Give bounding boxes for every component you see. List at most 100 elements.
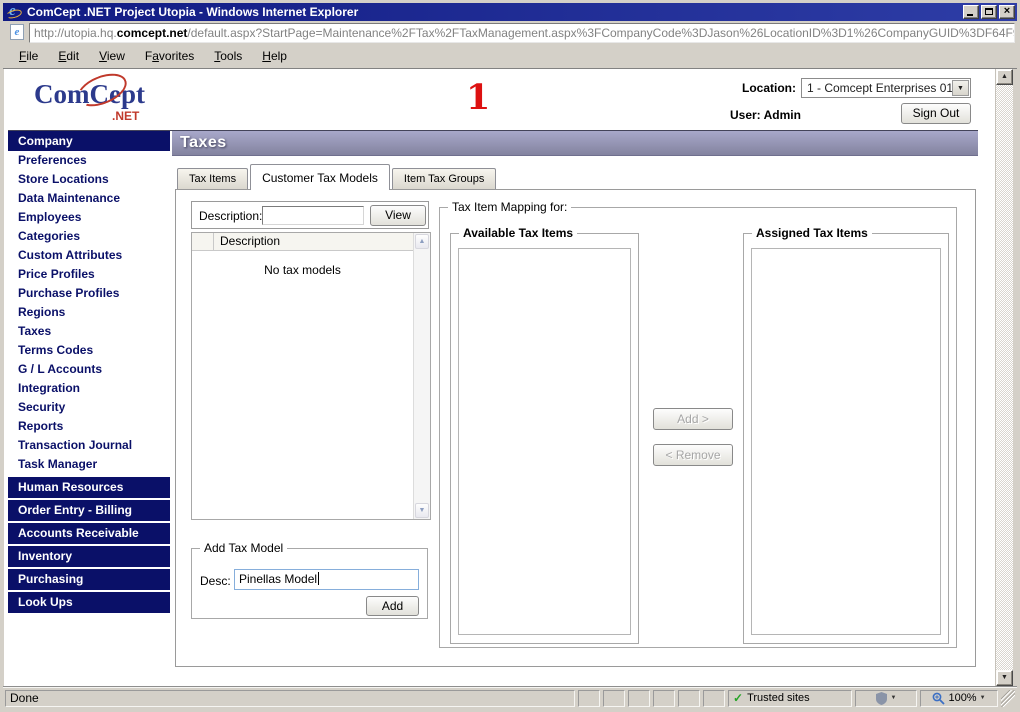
zone-label: Trusted sites [747,691,810,706]
location-value: 1 - Comcept Enterprises 01 [807,81,953,95]
sidebar-item[interactable]: Price Profiles [8,265,170,284]
sidebar-item[interactable]: Terms Codes [8,341,170,360]
sidebar-item[interactable]: Preferences [8,151,170,170]
location-select[interactable]: 1 - Comcept Enterprises 01 ▼ [801,78,971,98]
sidebar-item[interactable]: Employees [8,208,170,227]
status-panel [703,690,725,707]
sidebar-item[interactable]: Reports [8,417,170,436]
sidebar-item[interactable]: Security [8,398,170,417]
sidebar-item[interactable]: Regions [8,303,170,322]
sidebar-item[interactable]: Data Maintenance [8,189,170,208]
sidebar-section[interactable]: Order Entry - Billing [8,500,170,521]
zoom-control[interactable]: 100% ▼ [920,690,998,707]
assigned-tax-items-list[interactable] [751,248,941,635]
sidebar-section[interactable]: Purchasing [8,569,170,590]
tab[interactable]: Tax Items [177,168,248,189]
status-panel [628,690,650,707]
url-path: /default.aspx?StartPage=Maintenance%2FTa… [187,26,1015,40]
tab[interactable]: Item Tax Groups [392,168,497,189]
tab[interactable]: Customer Tax Models [250,164,390,190]
menu-item-accesskey: V [99,49,107,63]
maximize-button[interactable] [981,5,997,19]
url-prefix: http://utopia.hq. [34,26,117,40]
sidebar-item[interactable]: Store Locations [8,170,170,189]
scroll-down-icon: ▼ [997,671,1012,685]
sidebar-item[interactable]: Integration [8,379,170,398]
sidebar-item[interactable]: Categories [8,227,170,246]
add-button[interactable]: Add [366,596,419,616]
user-label: User: [730,108,761,122]
sidebar-section[interactable]: Inventory [8,546,170,567]
scroll-up-icon: ▲ [416,235,428,248]
assigned-legend: Assigned Tax Items [752,226,872,240]
status-panel [578,690,600,707]
view-button[interactable]: View [370,205,426,226]
window-title: ComCept .NET Project Utopia - Windows In… [27,5,963,19]
scroll-down-button[interactable]: ▼ [415,503,429,518]
menu-item[interactable]: View [89,46,135,66]
close-button[interactable]: × [999,5,1015,19]
available-tax-items-group: Available Tax Items [450,233,639,644]
window-controls: × [963,5,1015,19]
sidebar-items: PreferencesStore LocationsData Maintenan… [8,151,170,474]
select-arrow-button[interactable]: ▼ [952,80,969,96]
sidebar-section[interactable]: Accounts Receivable [8,523,170,544]
page-ie-icon: e [10,24,24,40]
dropdown-arrow-icon: ▼ [953,81,968,96]
add-tax-model-legend: Add Tax Model [200,541,287,555]
sidebar-item[interactable]: Task Manager [8,455,170,474]
dropdown-arrow-icon: ▼ [980,691,986,706]
desc-value: Pinellas Model [239,572,317,586]
menu-item[interactable]: Favorites [135,46,204,66]
security-zone-panel: ✓ Trusted sites [728,690,852,707]
close-icon: × [1000,6,1014,17]
status-panel [653,690,675,707]
status-panel [603,690,625,707]
description-search-input[interactable] [262,206,364,225]
sidebar-item[interactable]: G / L Accounts [8,360,170,379]
browser-vertical-scrollbar[interactable]: ▲ ▼ [995,69,1013,686]
menu-item[interactable]: File [9,46,48,66]
sign-out-button[interactable]: Sign Out [901,103,971,124]
address-input[interactable]: http://utopia.hq.comcept.net/default.asp… [29,23,1015,43]
annotation-marker-1: 1 [466,77,490,118]
minimize-icon [967,14,973,16]
grid-description-column-header[interactable]: Description [214,233,413,250]
status-panel [678,690,700,707]
page-title: Taxes [172,131,227,155]
sidebar-item[interactable]: Purchase Profiles [8,284,170,303]
status-bar: Done ✓ Trusted sites ▼ 100% ▼ [3,687,1017,709]
shield-icon [876,692,887,705]
add-tax-model-group: Add Tax Model Desc: Pinellas Model Add [191,548,428,619]
available-tax-items-list[interactable] [458,248,631,635]
scroll-up-button[interactable]: ▲ [415,234,429,249]
sidebar-item[interactable]: Custom Attributes [8,246,170,265]
sidebar-section[interactable]: Look Ups [8,592,170,613]
sidebar-section[interactable]: Human Resources [8,477,170,498]
zoom-magnifier-icon [932,692,945,705]
desc-input[interactable]: Pinellas Model [234,569,419,590]
check-icon: ✓ [733,691,743,706]
status-text: Done [5,690,575,707]
title-bar: e ComCept .NET Project Utopia - Windows … [3,3,1017,21]
phishing-filter-panel[interactable]: ▼ [855,690,917,707]
menu-item[interactable]: Edit [48,46,89,66]
sidebar-section-company[interactable]: Company [8,131,170,151]
sidebar-item[interactable]: Transaction Journal [8,436,170,455]
menu-item-text: elp [271,49,287,63]
scroll-down-icon: ▼ [416,504,428,517]
scroll-down-button[interactable]: ▼ [996,670,1013,686]
maximize-icon [985,8,993,15]
scroll-up-button[interactable]: ▲ [996,69,1013,85]
grid-header-row: Description [192,233,413,251]
grid-scrollbar[interactable]: ▲ ▼ [413,233,430,519]
menu-bar: File Edit View Favorites Tools Help [3,44,1017,69]
remove-mapping-button[interactable]: < Remove [653,444,733,466]
minimize-button[interactable] [963,5,979,19]
sidebar-item[interactable]: Taxes [8,322,170,341]
menu-item[interactable]: Tools [204,46,252,66]
add-mapping-button[interactable]: Add > [653,408,733,430]
location-label: Location: [716,81,796,95]
resize-grip[interactable] [1001,690,1015,707]
menu-item[interactable]: Help [252,46,297,66]
